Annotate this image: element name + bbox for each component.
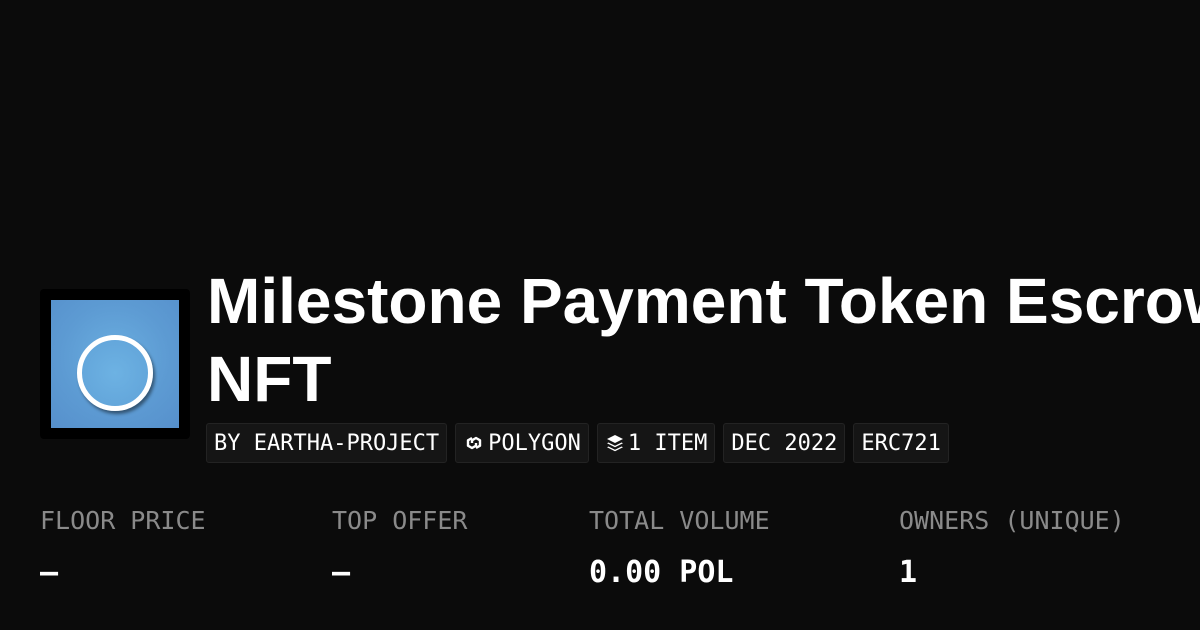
stat-value: 0.00 POL [589,555,734,590]
polygon-link-icon [463,432,485,454]
date-badge-label: DEC 2022 [731,430,838,456]
stat-label: TOTAL VOLUME [589,506,770,535]
collection-avatar [40,289,190,439]
standard-badge-label: ERC721 [861,430,941,456]
collection-title-line2: NFT [207,343,332,415]
chain-badge[interactable]: POLYGON [455,423,589,463]
standard-badge: ERC721 [853,423,949,463]
stat-floor-price: FLOOR PRICE – [40,505,206,591]
creator-badge-label: BY EARTHA-PROJECT [214,430,440,456]
items-badge-label: 1 ITEM [627,430,708,456]
stat-label: TOP OFFER [332,506,468,535]
stat-owners: OWNERS (UNIQUE) 1 [899,505,1125,591]
stat-total-volume: TOTAL VOLUME 0.00 POL [589,505,770,591]
creator-badge[interactable]: BY EARTHA-PROJECT [206,423,448,463]
collection-title: Milestone Payment Token Escrow NFT [207,262,1200,418]
chain-badge-label: POLYGON [488,430,581,456]
stat-label: FLOOR PRICE [40,506,206,535]
stat-value: – [40,555,59,590]
collection-badges: BY EARTHA-PROJECT POLYGON 1 ITEM DEC 202… [206,423,949,463]
stat-label: OWNERS (UNIQUE) [899,506,1125,535]
collection-title-line1: Milestone Payment Token Escrow [207,265,1200,337]
date-badge: DEC 2022 [723,423,846,463]
stat-value: – [332,555,351,590]
circle-ring-icon [77,335,153,411]
avatar-image [51,300,179,428]
stat-top-offer: TOP OFFER – [332,505,467,591]
items-badge[interactable]: 1 ITEM [596,423,716,463]
layers-icon [605,433,625,453]
stat-value: 1 [899,555,918,590]
